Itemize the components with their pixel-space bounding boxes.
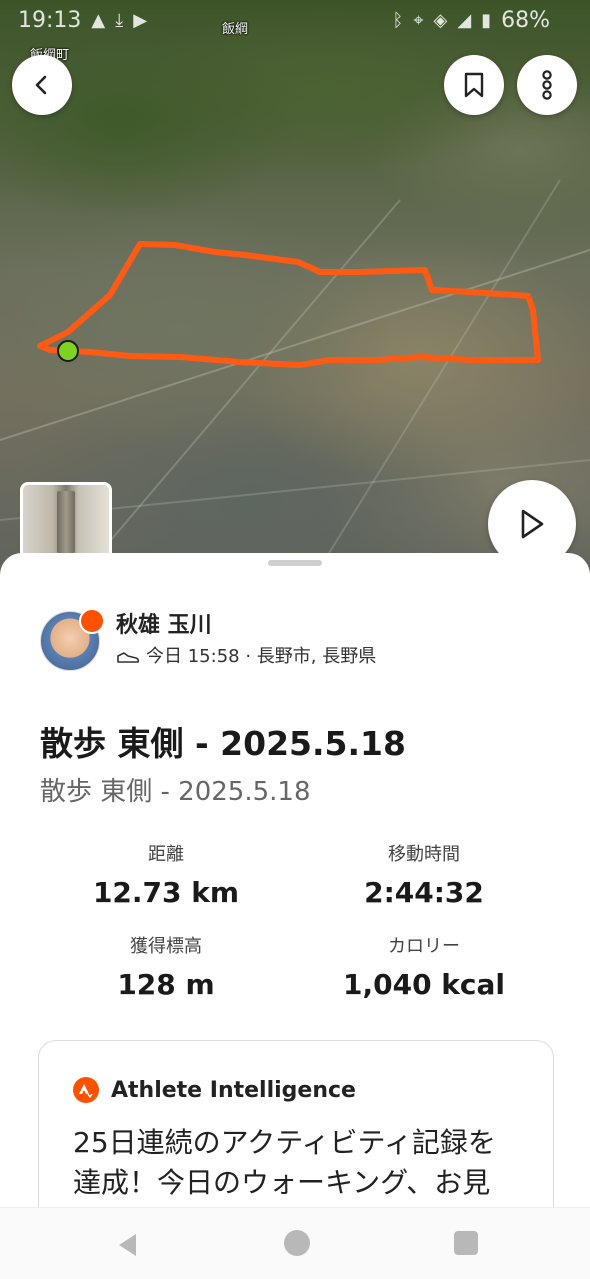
wifi-icon: ◈ [433,9,448,31]
athlete-intelligence-title: Athlete Intelligence [111,1077,356,1103]
warning-icon: ▲ [91,9,106,31]
satellite-map[interactable]: 19:13 ▲ ⤓ ▶ ᛒ ⌖ ◈ ◢ ▮ 68% 飯綱町 飯綱 [0,0,590,600]
stat-value: 1,040 kcal [342,968,506,1001]
location-icon: ⌖ [413,9,424,31]
activity-title: 散歩 東側 - 2025.5.18 [40,724,406,763]
bluetooth-icon: ᛒ [392,9,404,31]
stat-value: 128 m [117,968,215,1001]
sheet-drag-handle[interactable] [268,560,322,566]
activity-sheet: 秋雄 玉川 今日 15:58 · 長野市, 長野県 散歩 東側 - 2025.5… [0,553,590,1213]
youtube-icon: ▶ [133,9,148,31]
activity-description: 散歩 東側 - 2025.5.18 [40,777,311,807]
stat-value: 12.73 km [92,876,240,909]
stat-label: 移動時間 [388,844,460,865]
athlete-name[interactable]: 秋雄 玉川 [116,612,376,640]
chevron-left-icon [35,75,47,95]
system-navigation-bar [0,1207,590,1279]
download-icon: ⤓ [115,9,124,31]
nav-back-icon[interactable] [116,1232,140,1258]
stat-label: カロリー [388,936,460,957]
strava-logo-icon [73,1077,99,1103]
signal-icon: ◢ [457,9,472,31]
bookmark-button[interactable] [444,55,504,115]
activity-screen: 19:13 ▲ ⤓ ▶ ᛒ ⌖ ◈ ◢ ▮ 68% 飯綱町 飯綱 [0,0,590,1279]
play-icon [521,509,544,539]
stat-label: 獲得標高 [130,936,202,957]
battery-icon: ▮ [481,9,492,31]
battery-level: 68% [501,7,550,33]
more-options-button[interactable] [517,55,577,115]
nav-recents-icon[interactable] [454,1231,478,1255]
more-vertical-icon [542,70,552,100]
athlete-intelligence-summary: 25日連続のアクティビティ記録を達成！今日のウォーキング、お見事でした！ペースも [73,1126,496,1213]
stat-moving-time: 移動時間 2:44:32 [294,843,554,911]
stat-elevation: 獲得標高 128 m [36,935,296,1003]
start-marker [57,340,79,362]
back-button[interactable] [12,55,72,115]
stat-label: 距離 [148,844,184,865]
athlete-avatar[interactable] [40,608,105,671]
stat-value: 2:44:32 [364,876,484,909]
athlete-row[interactable]: 秋雄 玉川 今日 15:58 · 長野市, 長野県 [40,608,376,671]
stat-calories: カロリー 1,040 kcal [294,935,554,1003]
bookmark-icon [464,72,484,98]
map-label-area: 飯綱 [222,22,249,37]
walk-shoe-icon [117,652,140,663]
photo-content [57,491,75,553]
nav-home-icon[interactable] [284,1230,310,1256]
activity-meta: 今日 15:58 · 長野市, 長野県 [116,644,376,670]
status-time: 19:13 [18,7,82,33]
subscriber-badge-icon [79,608,105,634]
photo-thumbnail[interactable] [20,482,112,560]
status-bar: 19:13 ▲ ⤓ ▶ ᛒ ⌖ ◈ ◢ ▮ 68% [0,0,590,40]
activity-meta-text: 今日 15:58 · 長野市, 長野県 [146,646,377,667]
stat-distance: 距離 12.73 km [36,843,296,911]
athlete-intelligence-header: Athlete Intelligence [73,1077,356,1103]
athlete-intelligence-card[interactable]: Athlete Intelligence 25日連続のアクティビティ記録を達成！… [38,1040,554,1213]
